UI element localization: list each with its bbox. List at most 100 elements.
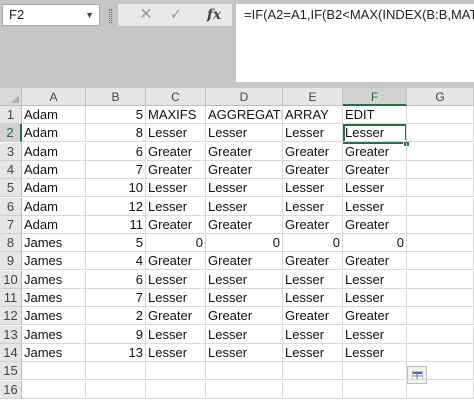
cell-a1[interactable]: Adam xyxy=(22,106,86,124)
cell-b15[interactable] xyxy=(86,362,146,381)
insert-function-button[interactable]: fx xyxy=(204,4,224,26)
cell-f9[interactable]: Greater xyxy=(343,252,407,271)
cell-g7[interactable] xyxy=(407,215,474,234)
cell-g8[interactable] xyxy=(407,234,474,253)
cell-b1[interactable]: 5 xyxy=(86,106,146,124)
cell-f2[interactable]: Lesser xyxy=(343,124,407,143)
cell-g12[interactable] xyxy=(407,307,474,326)
cell-d15[interactable] xyxy=(206,362,283,381)
cell-d10[interactable]: Lesser xyxy=(206,270,283,289)
row-header[interactable]: 5 xyxy=(0,179,22,198)
cell-f15[interactable] xyxy=(343,362,407,381)
cell-d2[interactable]: Lesser xyxy=(206,124,283,143)
cell-c7[interactable]: Greater xyxy=(146,215,206,234)
cell-b16[interactable] xyxy=(86,380,146,399)
cell-c4[interactable]: Greater xyxy=(146,160,206,179)
row-header[interactable]: 1 xyxy=(0,106,22,124)
row-header[interactable]: 3 xyxy=(0,142,22,161)
cell-e7[interactable]: Greater xyxy=(283,215,343,234)
row-header[interactable]: 2 xyxy=(0,124,22,143)
cell-d5[interactable]: Lesser xyxy=(206,179,283,198)
cell-b13[interactable]: 9 xyxy=(86,325,146,344)
cell-f14[interactable]: Lesser xyxy=(343,343,407,362)
name-box-dropdown-icon[interactable]: ▼ xyxy=(85,5,94,26)
cell-a3[interactable]: Adam xyxy=(22,142,86,161)
formula-input[interactable]: =IF(A2=A1,IF(B2<MAX(INDEX(B:B,MATC xyxy=(236,4,474,82)
cell-f16[interactable] xyxy=(343,380,407,399)
cell-g1[interactable] xyxy=(407,106,474,124)
column-header-f[interactable]: F xyxy=(343,88,407,106)
cell-b8[interactable]: 5 xyxy=(86,234,146,253)
row-header[interactable]: 7 xyxy=(0,215,22,234)
cell-e6[interactable]: Lesser xyxy=(283,197,343,216)
cell-c9[interactable]: Greater xyxy=(146,252,206,271)
cell-g11[interactable] xyxy=(407,289,474,307)
cell-f11[interactable]: Lesser xyxy=(343,289,407,307)
cell-e13[interactable]: Lesser xyxy=(283,325,343,344)
cell-c15[interactable] xyxy=(146,362,206,381)
cell-e11[interactable]: Lesser xyxy=(283,289,343,307)
cell-g10[interactable] xyxy=(407,270,474,289)
cell-a6[interactable]: Adam xyxy=(22,197,86,216)
cell-c14[interactable]: Lesser xyxy=(146,343,206,362)
cell-e9[interactable]: Greater xyxy=(283,252,343,271)
cell-b12[interactable]: 2 xyxy=(86,307,146,326)
cell-e4[interactable]: Greater xyxy=(283,160,343,179)
cell-b7[interactable]: 11 xyxy=(86,215,146,234)
row-header[interactable]: 15 xyxy=(0,362,22,381)
cell-c6[interactable]: Lesser xyxy=(146,197,206,216)
row-header[interactable]: 13 xyxy=(0,325,22,344)
cell-a7[interactable]: Adam xyxy=(22,215,86,234)
cell-d16[interactable] xyxy=(206,380,283,399)
cell-a14[interactable]: James xyxy=(22,343,86,362)
spreadsheet-grid[interactable]: A B C D E F G 1 Adam 5 MAXIFS AGGREGATE ARRAY EDIT 2 Ad… xyxy=(0,88,474,420)
cell-g16[interactable] xyxy=(407,380,474,399)
cell-f1[interactable]: EDIT xyxy=(343,106,407,124)
column-header-g[interactable]: G xyxy=(407,88,474,106)
name-box[interactable]: F2 ▼ xyxy=(2,4,100,26)
column-header-d[interactable]: D xyxy=(206,88,283,106)
cell-d1[interactable]: AGGREGATE xyxy=(206,106,283,124)
cell-a12[interactable]: James xyxy=(22,307,86,326)
cell-a2[interactable]: Adam xyxy=(22,124,86,143)
cell-a13[interactable]: James xyxy=(22,325,86,344)
cell-g2[interactable] xyxy=(407,124,474,143)
cell-d3[interactable]: Greater xyxy=(206,142,283,161)
cancel-button[interactable]: ✕ xyxy=(138,4,154,26)
cell-d13[interactable]: Lesser xyxy=(206,325,283,344)
cell-b11[interactable]: 7 xyxy=(86,289,146,307)
cell-g13[interactable] xyxy=(407,325,474,344)
cell-g9[interactable] xyxy=(407,252,474,271)
cell-e12[interactable]: Greater xyxy=(283,307,343,326)
cell-c16[interactable] xyxy=(146,380,206,399)
cell-c12[interactable]: Greater xyxy=(146,307,206,326)
cell-a4[interactable]: Adam xyxy=(22,160,86,179)
row-header[interactable]: 6 xyxy=(0,197,22,216)
cell-b5[interactable]: 10 xyxy=(86,179,146,198)
column-header-e[interactable]: E xyxy=(283,88,343,106)
cell-b6[interactable]: 12 xyxy=(86,197,146,216)
cell-f3[interactable]: Greater xyxy=(343,142,407,161)
cell-a8[interactable]: James xyxy=(22,234,86,253)
cell-b2[interactable]: 8 xyxy=(86,124,146,143)
cell-c11[interactable]: Lesser xyxy=(146,289,206,307)
cell-c1[interactable]: MAXIFS xyxy=(146,106,206,124)
row-header[interactable]: 11 xyxy=(0,289,22,307)
cell-f8[interactable]: 0 xyxy=(343,234,407,253)
cell-f10[interactable]: Lesser xyxy=(343,270,407,289)
cell-a11[interactable]: James xyxy=(22,289,86,307)
cell-e8[interactable]: 0 xyxy=(283,234,343,253)
column-header-a[interactable]: A xyxy=(22,88,86,106)
cell-g5[interactable] xyxy=(407,179,474,198)
row-header[interactable]: 16 xyxy=(0,380,22,399)
cell-d6[interactable]: Lesser xyxy=(206,197,283,216)
cell-a9[interactable]: James xyxy=(22,252,86,271)
cell-a15[interactable] xyxy=(22,362,86,381)
resize-grip-icon[interactable] xyxy=(109,9,112,23)
cell-d4[interactable]: Greater xyxy=(206,160,283,179)
row-header[interactable]: 9 xyxy=(0,252,22,271)
cell-e14[interactable]: Lesser xyxy=(283,343,343,362)
cell-b10[interactable]: 6 xyxy=(86,270,146,289)
cell-f12[interactable]: Greater xyxy=(343,307,407,326)
cell-e10[interactable]: Lesser xyxy=(283,270,343,289)
